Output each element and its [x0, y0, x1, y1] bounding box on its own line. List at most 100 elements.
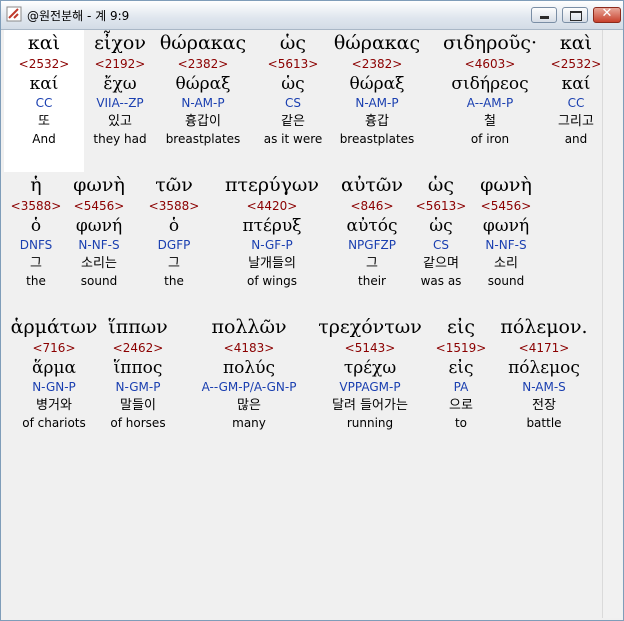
- word-strong: <3588>: [148, 199, 200, 213]
- word-column[interactable]: καὶ <2532> καί CC 그리고 and: [541, 30, 611, 148]
- word-parse: N-AM-S: [522, 380, 566, 394]
- word-parse: DGFP: [157, 238, 191, 252]
- maximize-button[interactable]: [562, 7, 588, 23]
- word-parse: VPPAGM-P: [339, 380, 401, 394]
- word-lemma: πτέρυξ: [242, 216, 302, 236]
- word-parse: CC: [35, 96, 53, 110]
- app-icon: [6, 6, 22, 22]
- word-strong: <2532>: [550, 57, 602, 71]
- word-lemma: σιδήρεος: [451, 74, 529, 94]
- word-greek: τῶν: [155, 174, 193, 196]
- word-english: and: [564, 132, 588, 146]
- word-english: their: [358, 274, 386, 288]
- word-column[interactable]: ἵππων <2462> ἵππος N-GM-P 말들이 of horses: [98, 314, 178, 432]
- word-korean: 말들이: [120, 398, 156, 413]
- word-parse: N-AM-P: [181, 96, 225, 110]
- word-strong: <5143>: [344, 341, 396, 355]
- word-english: running: [346, 416, 394, 430]
- word-strong: <2532>: [18, 57, 70, 71]
- word-column[interactable]: καὶ <2532> καί CC 또 And: [4, 30, 84, 172]
- word-strong: <4603>: [464, 57, 516, 71]
- word-parse: DNFS: [19, 238, 53, 252]
- word-column[interactable]: ὡς <5613> ὡς CS 같은 as it were: [258, 30, 328, 148]
- close-button[interactable]: ✕: [593, 6, 621, 23]
- word-english: they had: [93, 132, 147, 146]
- word-korean: 철: [484, 114, 496, 129]
- word-column[interactable]: πολλῶν <4183> πολύς A--GM-P/A-GN-P 많은 many: [194, 314, 304, 432]
- word-strong: <716>: [32, 341, 76, 355]
- word-column[interactable]: ὡς <5613> ὡς CS 같으며 was as: [413, 172, 469, 290]
- word-lemma: θώραξ: [175, 74, 231, 94]
- maximize-icon: [570, 11, 582, 21]
- word-strong: <5456>: [73, 199, 125, 213]
- word-lemma: τρέχω: [343, 358, 397, 378]
- word-strong: <3588>: [10, 199, 62, 213]
- word-korean: 같으며: [423, 256, 459, 271]
- word-greek: καὶ: [559, 32, 593, 54]
- word-lemma: αὐτός: [346, 216, 398, 236]
- word-greek: καὶ: [27, 32, 61, 54]
- word-lemma: ὁ: [168, 216, 180, 236]
- word-greek: τρεχόντων: [318, 316, 422, 338]
- word-korean: 날개들의: [248, 256, 296, 271]
- word-korean: 달려 들어가는: [332, 398, 408, 413]
- word-lemma: ὡς: [281, 74, 305, 94]
- word-column[interactable]: θώρακας <2382> θώραξ N-AM-P 흉갑이 breastplates: [159, 30, 247, 148]
- word-korean: 있고: [108, 114, 132, 129]
- word-strong: <4183>: [223, 341, 275, 355]
- minimize-button[interactable]: [531, 7, 557, 23]
- word-column[interactable]: τῶν <3588> ὁ DGFP 그 the: [142, 172, 206, 290]
- word-korean: 흉갑: [365, 114, 389, 129]
- word-english: of chariots: [22, 416, 86, 430]
- word-column[interactable]: φωνὴ <5456> φωνή N-NF-S 소리 sound: [471, 172, 541, 290]
- word-column[interactable]: φωνὴ <5456> φωνή N-NF-S 소리는 sound: [64, 172, 134, 290]
- word-column[interactable]: θώρακας <2382> θώραξ N-AM-P 흉갑 breastplates: [332, 30, 422, 148]
- word-lemma: ἅρμα: [31, 358, 76, 378]
- word-greek: ἡ: [30, 174, 42, 196]
- title-bar[interactable]: @원전분해 - 계 9:9 ✕: [1, 1, 623, 30]
- word-column[interactable]: ἡ <3588> ὁ DNFS 그 the: [4, 172, 68, 290]
- word-column[interactable]: σιδηροῦς· <4603> σιδήρεος A--AM-P 철 of iron: [440, 30, 540, 148]
- minimize-icon: [540, 16, 549, 19]
- word-lemma: πολύς: [222, 358, 276, 378]
- word-greek: φωνὴ: [480, 174, 532, 196]
- word-greek: ἵππων: [108, 316, 168, 338]
- word-column[interactable]: εἰς <1519> εἰς PA 으로 to: [431, 314, 491, 432]
- word-lemma: φωνή: [482, 216, 530, 236]
- word-parse: CS: [433, 238, 449, 252]
- word-strong: <5613>: [267, 57, 319, 71]
- word-greek: σιδηροῦς·: [442, 32, 538, 54]
- word-parse: PA: [453, 380, 469, 394]
- word-lemma: φωνή: [75, 216, 123, 236]
- word-greek: αὐτῶν: [341, 174, 403, 196]
- vertical-scrollbar[interactable]: [602, 30, 622, 618]
- word-strong: <2382>: [177, 57, 229, 71]
- word-lemma: θώραξ: [349, 74, 405, 94]
- word-korean: 병거와: [36, 398, 72, 413]
- word-korean: 그: [168, 256, 180, 271]
- window-title: @원전분해 - 계 9:9: [27, 9, 130, 23]
- word-korean: 그: [366, 256, 378, 271]
- word-korean: 같은: [281, 114, 305, 129]
- word-lemma: πόλεμος: [508, 358, 580, 378]
- word-parse: CC: [567, 96, 585, 110]
- word-lemma: ἵππος: [113, 358, 163, 378]
- word-column[interactable]: εἶχον <2192> ἔχω VIIA--ZP 있고 they had: [81, 30, 159, 148]
- app-window: @원전분해 - 계 9:9 ✕ καὶ <2532> καί CC 또 And εἶχον <…: [0, 0, 624, 621]
- word-parse: N-NF-S: [78, 238, 120, 252]
- word-english: many: [232, 416, 266, 430]
- word-strong: <1519>: [435, 341, 487, 355]
- word-column[interactable]: τρεχόντων <5143> τρέχω VPPAGM-P 달려 들어가는 runni…: [310, 314, 430, 432]
- word-english: as it were: [263, 132, 323, 146]
- word-strong: <2192>: [94, 57, 146, 71]
- word-greek: φωνὴ: [73, 174, 125, 196]
- word-lemma: καί: [29, 74, 59, 94]
- word-greek: θώρακας: [159, 32, 247, 54]
- word-english: breastplates: [165, 132, 241, 146]
- word-column[interactable]: αὐτῶν <846> αὐτός NPGFZP 그 their: [333, 172, 411, 290]
- word-greek: πόλεμον.: [500, 316, 588, 338]
- word-column[interactable]: ἁρμάτων <716> ἅρμα N-GN-P 병거와 of chariots: [4, 314, 104, 432]
- word-column[interactable]: πτερύγων <4420> πτέρυξ N-GF-P 날개들의 of wings: [217, 172, 327, 290]
- word-column[interactable]: πόλεμον. <4171> πόλεμος N-AM-S 전장 battle: [494, 314, 594, 432]
- word-greek: πτερύγων: [225, 174, 319, 196]
